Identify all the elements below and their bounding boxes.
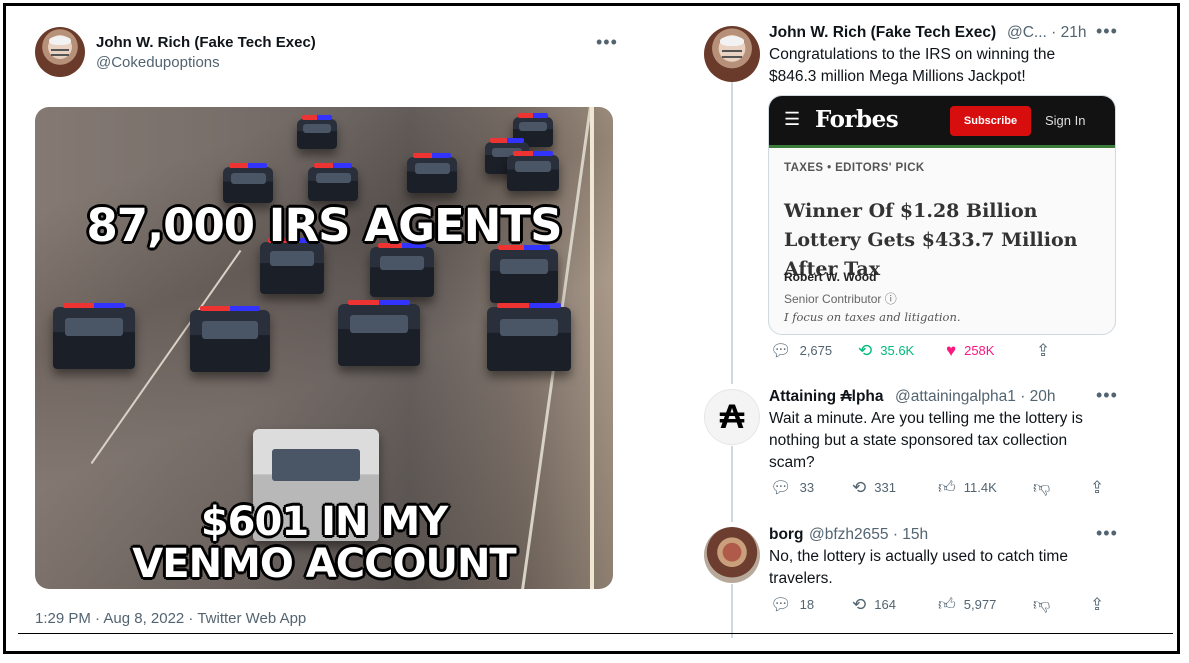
police-car [338,300,420,366]
handle[interactable]: @Cokedupoptions [96,54,220,71]
avatar[interactable] [704,527,760,583]
tweet-text-line: travelers. [769,570,833,587]
handle-time[interactable]: @bfzh2655 · 15h [809,526,928,544]
thumbs-up-icon: 👍︎ [938,595,956,614]
retweet-count: 35.6K [880,343,915,358]
police-car [297,115,337,149]
reply-count: 18 [799,597,815,612]
like-count: 258K [964,343,995,358]
more-horizontal-icon[interactable]: ••• [1096,385,1118,406]
like-count: 11.4K [963,480,997,495]
avatar[interactable] [35,27,85,77]
tweet-text-line: Congratulations to the IRS on winning th… [769,46,1056,63]
display-name[interactable]: Attaining ₳lpha [769,388,884,406]
police-car [490,245,558,303]
avatar[interactable]: ₳ [704,389,760,445]
police-car [308,163,358,201]
reply-icon: 💬︎ [770,478,792,497]
share-icon: ⇪ [1090,478,1105,497]
more-horizontal-icon[interactable]: ••• [596,32,618,53]
reply-count: 33 [799,480,815,495]
forbes-logo: Forbes [815,106,899,133]
alpha-logo-icon: ₳ [719,397,745,436]
tweet-text-line: $846.3 million Mega Millions Jackpot! [769,68,1026,85]
subscribe-button: Subscribe [950,106,1031,136]
tweet-text-line: scam? [769,454,815,471]
reply-icon: 💬︎ [770,341,792,360]
heart-icon: ♥ [946,341,957,360]
reply-icon: 💬︎ [770,595,792,614]
reply-button[interactable]: 💬︎ 33 [770,479,814,496]
thread-line [731,82,733,384]
thumbs-down-icon: 👎︎ [1033,478,1051,497]
tweet-text-line: No, the lottery is actually used to catc… [769,548,1068,565]
menu-icon: ☰ [784,109,801,129]
retweet-count: 331 [874,480,896,495]
card-author: Robert W. Wood [784,270,877,284]
meme-top-text: 87,000 IRS AGENTS [86,199,562,252]
more-horizontal-icon[interactable]: ••• [1096,21,1118,42]
sign-in-link: Sign In [1045,113,1086,128]
share-button[interactable]: ⇪ [1036,342,1050,359]
retweet-icon: ⟲ [858,341,873,360]
meme-bottom-text-line1: $601 IN MY [200,499,448,545]
thread-line [731,584,733,638]
retweet-count: 164 [874,597,896,612]
like-count: 5,977 [963,597,997,612]
display-name[interactable]: borg [769,526,803,544]
thread-line [731,446,733,522]
like-button[interactable]: ♥ 258K [946,342,994,359]
share-button[interactable]: ⇪ [1090,479,1104,496]
card-kicker: TAXES • EDITORS' PICK [784,162,925,174]
meme-bottom-text-line2: VENMO ACCOUNT [132,541,516,587]
dislike-button[interactable]: 👎︎ [1033,479,1050,496]
retweet-button[interactable]: ⟲ 35.6K [858,342,914,359]
share-icon: ⇪ [1090,595,1105,614]
police-car [507,151,559,191]
share-button[interactable]: ⇪ [1090,596,1104,613]
police-car [407,153,457,193]
reply-button[interactable]: 💬︎ 2,675 [770,342,832,359]
thumbs-down-icon: 👎︎ [1033,595,1051,614]
handle-time[interactable]: @attainingalpha1 · 20h [895,388,1056,406]
link-card[interactable]: ☰ Forbes Subscribe Sign In TAXES • EDITO… [768,95,1116,335]
divider [18,633,1173,634]
police-car [53,303,135,369]
police-car [487,303,571,371]
handle-time[interactable]: @C... · 21h [1007,24,1086,42]
display-name[interactable]: John W. Rich (Fake Tech Exec) [96,34,316,51]
card-role: Senior Contributor ⓘ [784,292,897,306]
reply-button[interactable]: 💬︎ 18 [770,596,814,613]
card-bio: I focus on taxes and litigation. [784,310,961,324]
retweet-button[interactable]: ⟲ 331 [852,479,896,496]
share-icon: ⇪ [1036,341,1051,360]
meme-image[interactable]: 87,000 IRS AGENTS $601 IN MY VENMO ACCOU… [35,107,613,589]
police-car [223,163,273,203]
retweet-button[interactable]: ⟲ 164 [852,596,896,613]
tweet-text-line: Wait a minute. Are you telling me the lo… [769,410,1083,427]
police-car [190,306,270,372]
avatar[interactable] [704,26,760,82]
reply-count: 2,675 [799,343,833,358]
thumbs-up-icon: 👍︎ [938,478,956,497]
like-button[interactable]: 👍︎ 5,977 [938,596,996,613]
retweet-icon: ⟲ [852,478,867,497]
like-button[interactable]: 👍︎ 11.4K [938,479,997,496]
more-horizontal-icon[interactable]: ••• [1096,523,1118,544]
tweet-timestamp[interactable]: 1:29 PM · Aug 8, 2022 · Twitter Web App [35,610,306,627]
dislike-button[interactable]: 👎︎ [1033,596,1050,613]
retweet-icon: ⟲ [852,595,867,614]
forbes-header: ☰ Forbes Subscribe Sign In [769,96,1115,148]
display-name[interactable]: John W. Rich (Fake Tech Exec) [769,24,996,42]
police-car [370,243,434,297]
tweet-text-line: nothing but a state sponsored tax collec… [769,432,1068,449]
